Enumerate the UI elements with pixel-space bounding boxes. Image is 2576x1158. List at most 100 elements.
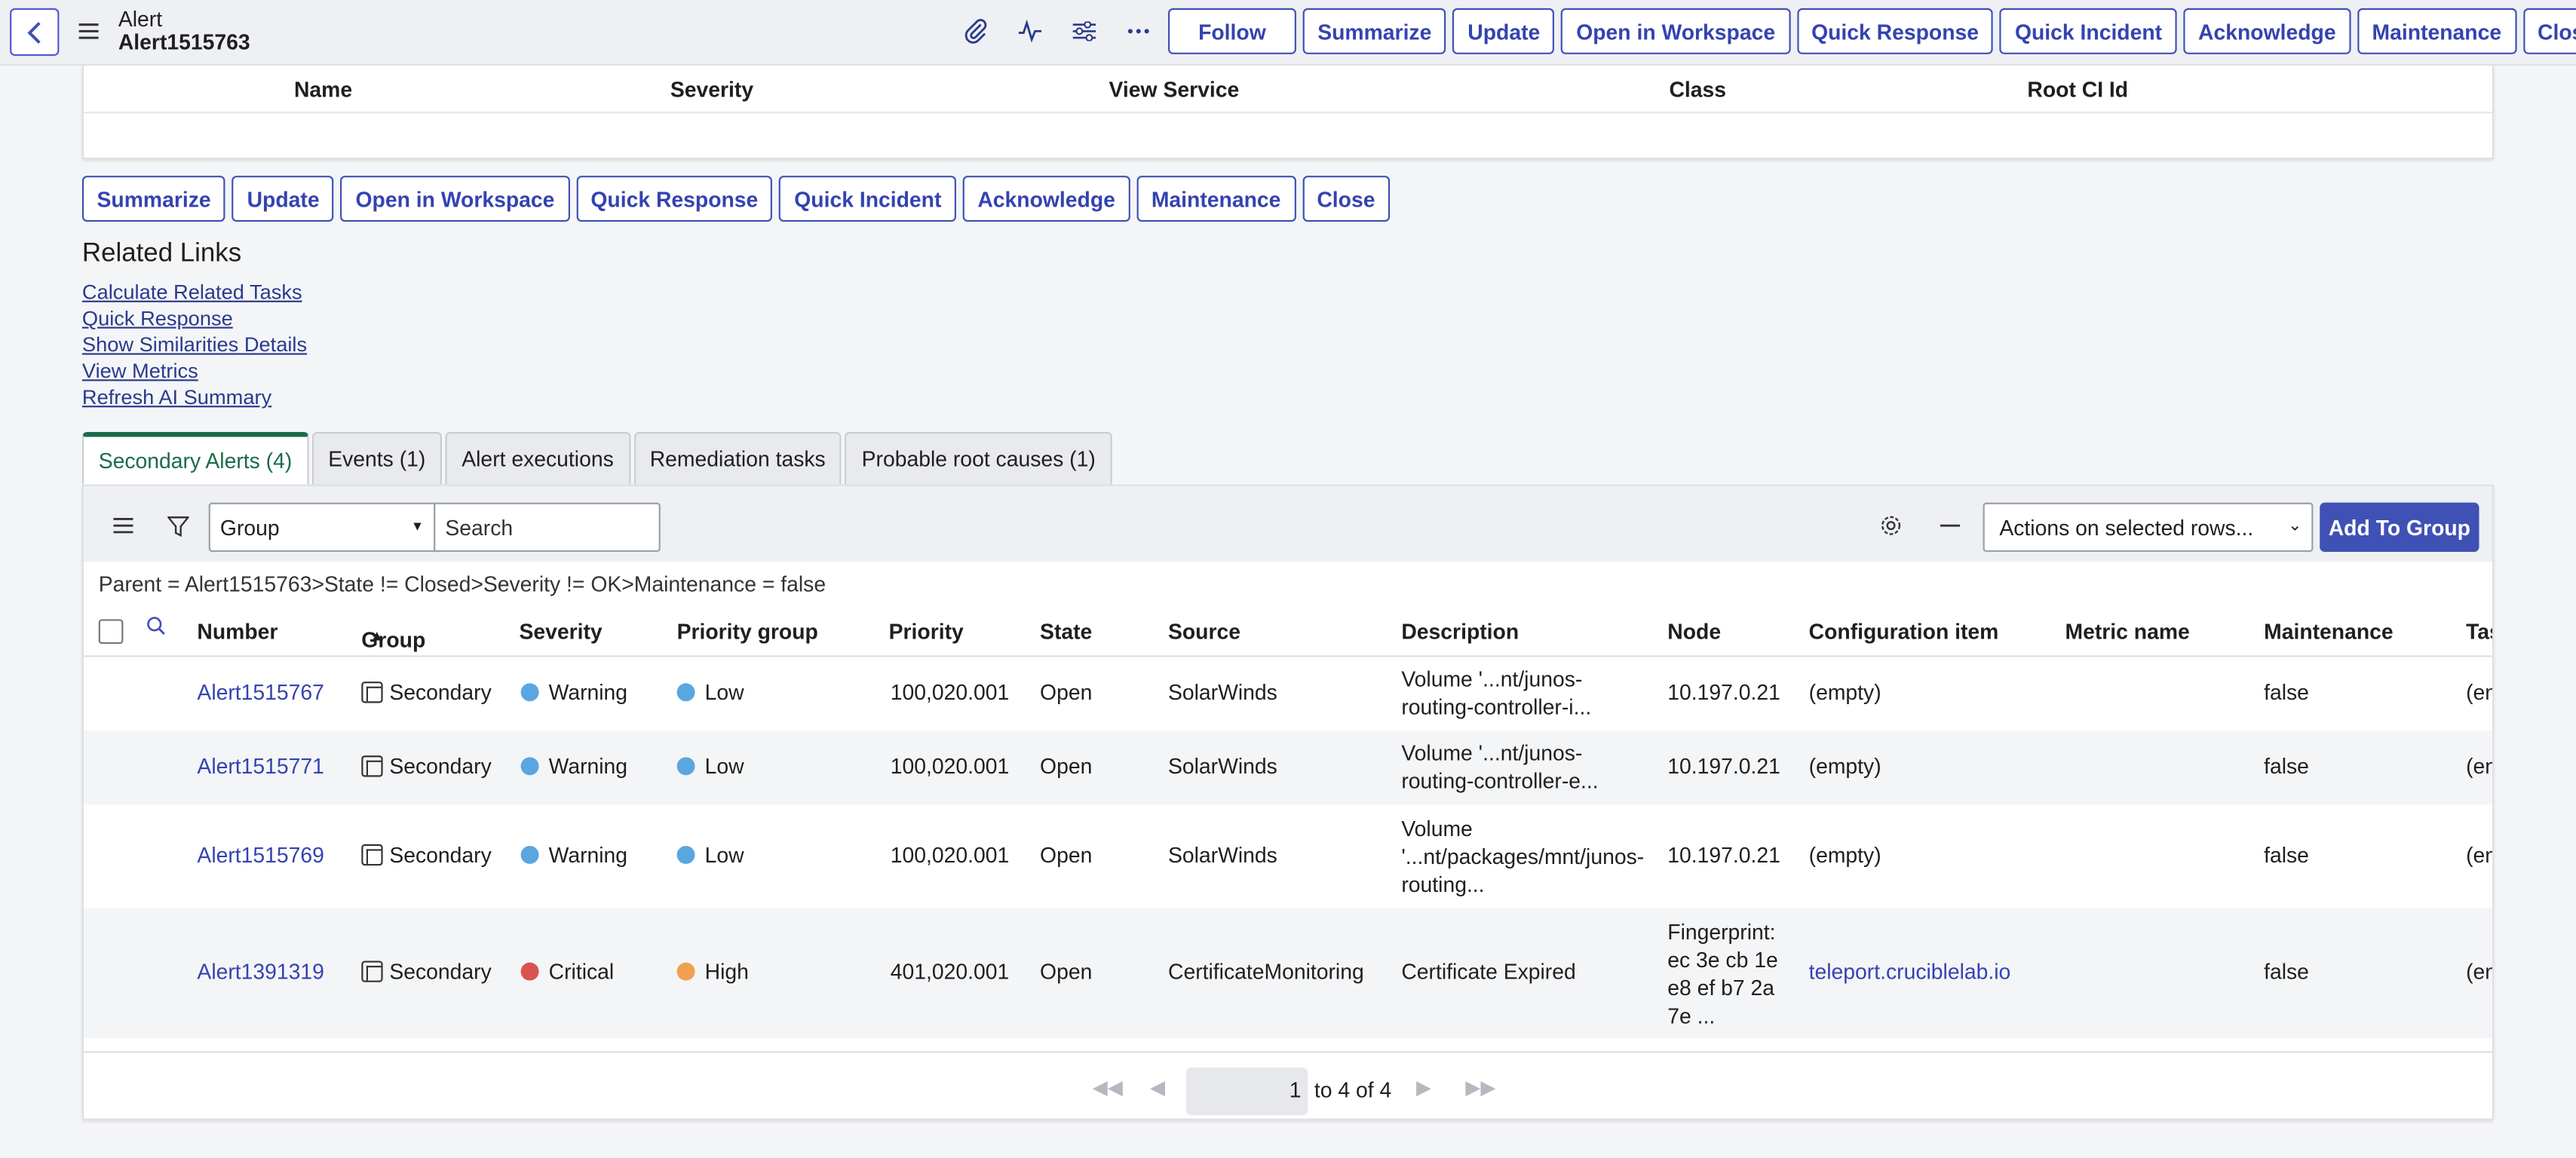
tab-remediation-tasks[interactable]: Remediation tasks	[633, 431, 842, 485]
follow-button[interactable]: Follow	[1167, 8, 1296, 54]
alert-number-link[interactable]: Alert1515767	[197, 680, 324, 705]
add-to-group-button[interactable]: Add To Group	[2320, 502, 2479, 553]
paperclip-icon[interactable]	[959, 13, 992, 49]
close-button[interactable]: Close	[2522, 8, 2576, 54]
sort-ascending-icon: ▲	[370, 627, 385, 645]
previous-page-icon[interactable]: ◀	[1150, 1076, 1165, 1099]
actions-select[interactable]: Actions on selected rows... ⌄	[1983, 502, 2314, 553]
column-header-configuration-item[interactable]: Configuration item	[1809, 619, 1999, 644]
column-header-description[interactable]: Description	[1401, 619, 1519, 644]
tab-alert-executions[interactable]: Alert executions	[445, 431, 630, 485]
quick-incident-button[interactable]: Quick Incident	[2000, 8, 2177, 54]
quick-incident-button[interactable]: Quick Incident	[779, 176, 957, 222]
column-header-maintenance[interactable]: Maintenance	[2264, 619, 2394, 644]
column-header-severity[interactable]: Severity	[519, 619, 602, 644]
update-button[interactable]: Update	[232, 176, 335, 222]
column-header-name[interactable]: Name	[294, 77, 352, 102]
ci-cell: (empty)	[1808, 679, 1881, 705]
maintenance-button[interactable]: Maintenance	[2357, 8, 2516, 54]
summarize-button[interactable]: Summarize	[81, 176, 226, 222]
quick-response-button[interactable]: Quick Response	[575, 176, 773, 222]
alert-number-link[interactable]: Alert1515769	[197, 843, 324, 868]
tab-probable-root-causes[interactable]: Probable root causes (1)	[845, 431, 1112, 485]
link-calculate-related-tasks[interactable]: Calculate Related Tasks	[82, 279, 307, 305]
first-page-icon[interactable]: ◀◀	[1093, 1076, 1123, 1099]
ci-link[interactable]: teleport.cruciblelab.io	[1809, 959, 2011, 984]
tab-secondary-alerts[interactable]: Secondary Alerts (4)	[81, 431, 309, 485]
sliders-icon[interactable]	[1068, 13, 1101, 49]
group-icon	[361, 682, 383, 703]
node-cell: Fingerprint: ec 3e cb 1e e8 ef b7 2a 7e …	[1667, 920, 1778, 1028]
link-show-similarities[interactable]: Show Similarities Details	[82, 332, 307, 358]
gear-icon[interactable]	[1876, 511, 1906, 541]
caret-down-icon: ▼	[410, 519, 425, 535]
last-page-icon[interactable]: ▶▶	[1465, 1076, 1495, 1099]
table-row[interactable]: Alert1515771 Secondary Warning Low 100,0…	[84, 731, 2492, 805]
group-icon	[361, 844, 383, 866]
priority-dot-icon	[676, 845, 695, 864]
column-header-node[interactable]: Node	[1667, 619, 1721, 644]
back-button[interactable]	[10, 8, 60, 57]
filter-icon[interactable]	[163, 511, 192, 541]
group-cell: Secondary	[361, 680, 492, 705]
tab-events[interactable]: Events (1)	[311, 431, 443, 485]
alert-number-link[interactable]: Alert1515771	[197, 754, 324, 779]
group-select[interactable]: Group ▼	[208, 502, 436, 553]
quick-response-button[interactable]: Quick Response	[1796, 8, 1994, 54]
priority-group-value: Low	[704, 842, 744, 868]
table-row[interactable]: Alert1515769 Secondary Warning Low 100,0…	[84, 805, 2492, 908]
column-header-metric-name[interactable]: Metric name	[2065, 619, 2190, 644]
column-header-view-service[interactable]: View Service	[1109, 77, 1240, 102]
priority-group-value: Low	[704, 679, 744, 705]
maintenance-cell: false	[2264, 959, 2309, 984]
summarize-button[interactable]: Summarize	[1302, 8, 1446, 54]
column-header-priority-group[interactable]: Priority group	[677, 619, 818, 644]
acknowledge-button[interactable]: Acknowledge	[962, 176, 1130, 222]
page-range-label: to 4 of 4	[1314, 1077, 1392, 1102]
column-header-class[interactable]: Class	[1669, 77, 1726, 102]
table-row[interactable]: Alert1515767 Secondary Warning Low 100,0…	[84, 657, 2492, 731]
state-cell: Open	[1040, 679, 1093, 705]
page-number-input[interactable]: 1	[1185, 1068, 1308, 1116]
activity-icon[interactable]	[1014, 13, 1047, 49]
open-in-workspace-button[interactable]: Open in Workspace	[1561, 8, 1790, 54]
column-header-source[interactable]: Source	[1168, 619, 1240, 644]
maintenance-button[interactable]: Maintenance	[1136, 176, 1296, 222]
table-row[interactable]: Alert1391319 Secondary Critical High 401…	[84, 908, 2492, 1038]
description-cell: Volume '...nt/packages/mnt/junos-routing…	[1401, 816, 1645, 897]
column-header-root-ci-id[interactable]: Root CI Id	[2027, 77, 2128, 102]
column-header-tasks[interactable]: Tas	[2466, 619, 2492, 644]
maintenance-cell: false	[2264, 842, 2309, 868]
alert-number-link[interactable]: Alert1391319	[197, 959, 324, 984]
priority-group-value: Low	[704, 753, 744, 779]
ci-cell: (empty)	[1808, 753, 1881, 779]
priority-cell: 100,020.001	[890, 753, 1010, 779]
severity-cell: Warning	[520, 679, 628, 705]
acknowledge-button[interactable]: Acknowledge	[2183, 8, 2351, 54]
state-cell: Open	[1040, 959, 1093, 984]
tasks-cell: (en	[2466, 842, 2495, 868]
link-view-metrics[interactable]: View Metrics	[82, 358, 307, 384]
update-button[interactable]: Update	[1452, 8, 1555, 54]
search-icon[interactable]	[146, 616, 166, 641]
search-input[interactable]	[434, 502, 661, 553]
column-header-state[interactable]: State	[1040, 619, 1092, 644]
menu-icon[interactable]	[75, 18, 102, 44]
next-page-icon[interactable]: ▶	[1416, 1076, 1431, 1099]
column-header-number[interactable]: Number	[197, 619, 278, 644]
link-quick-response[interactable]: Quick Response	[82, 305, 307, 332]
column-header-priority[interactable]: Priority	[889, 619, 964, 644]
select-all-checkbox[interactable]	[98, 619, 124, 645]
collapse-icon[interactable]	[1935, 511, 1964, 541]
open-in-workspace-button[interactable]: Open in Workspace	[340, 176, 570, 222]
close-button[interactable]: Close	[1302, 176, 1391, 222]
filter-breadcrumb[interactable]: Parent = Alert1515763>State != Closed>Se…	[99, 571, 826, 596]
list-menu-icon[interactable]	[109, 511, 138, 541]
column-header-severity[interactable]: Severity	[670, 77, 753, 102]
more-icon[interactable]	[1122, 13, 1155, 49]
node-cell: 10.197.0.21	[1667, 753, 1780, 779]
severity-cell: Warning	[520, 843, 627, 867]
severity-value: Warning	[548, 679, 628, 705]
description-cell: Volume '...nt/junos-routing-controller-i…	[1401, 666, 1592, 720]
link-refresh-ai-summary[interactable]: Refresh AI Summary	[82, 384, 307, 411]
